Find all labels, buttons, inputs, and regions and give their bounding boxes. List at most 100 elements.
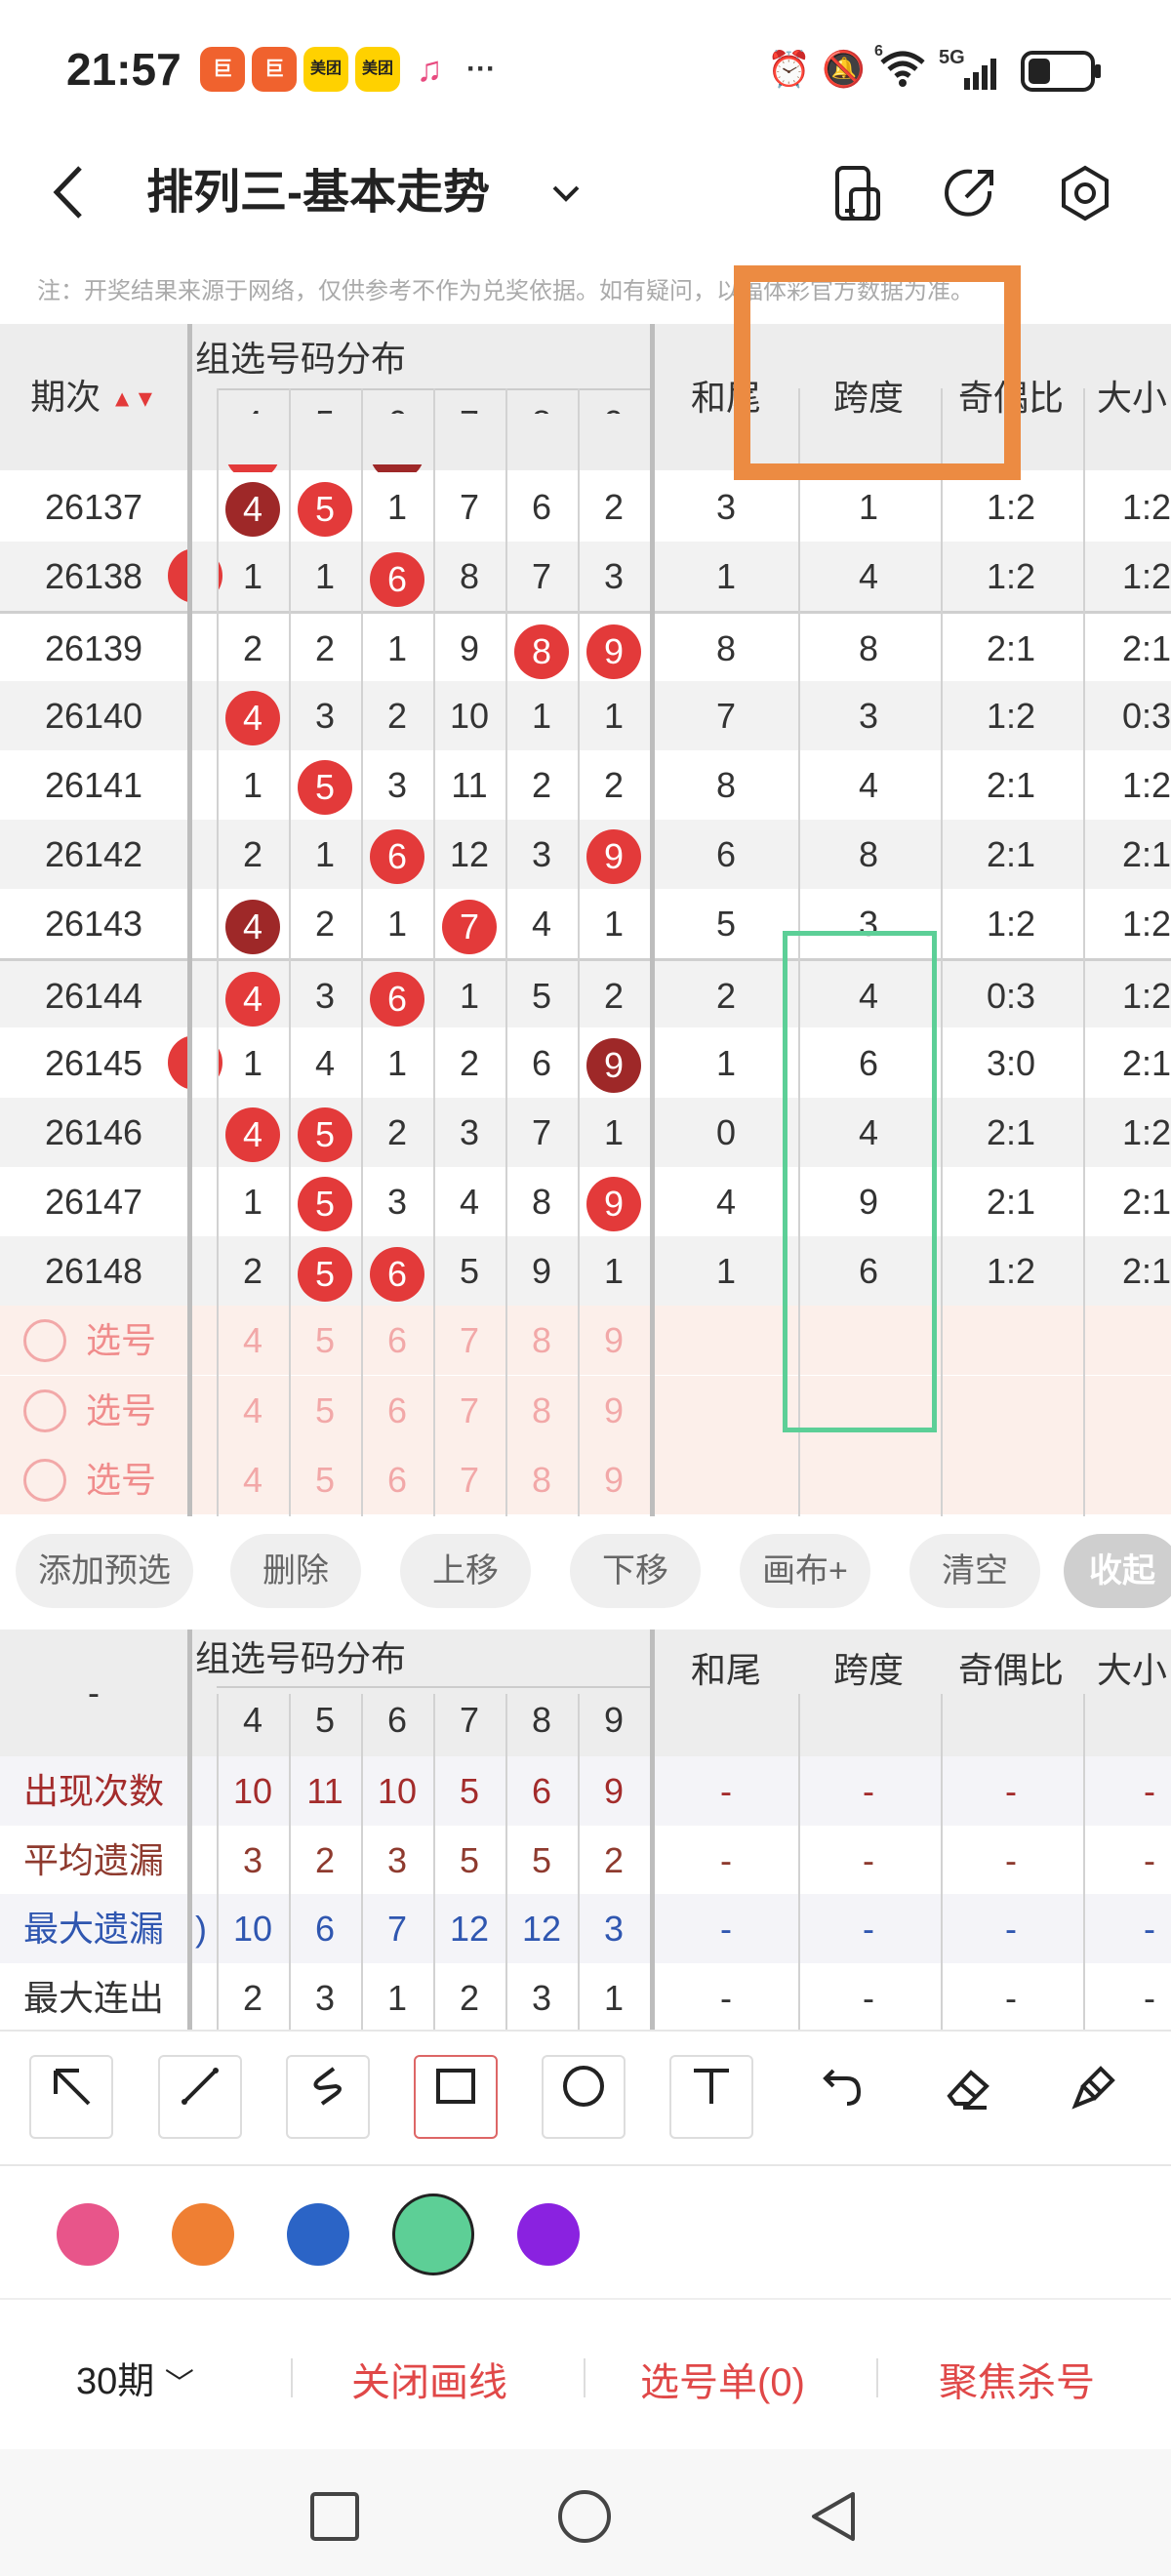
number-ball[interactable]: 5	[298, 1177, 352, 1232]
layout-toggle-icon[interactable]	[822, 156, 896, 230]
table-row[interactable]: 26145 1 4 1 2 6 9 1 6 3:0 2:1	[0, 1027, 1171, 1098]
table-row[interactable]: 26147 1 5 3 4 8 9 4 9 2:1 2:1	[0, 1167, 1171, 1236]
table-row[interactable]: 26144 4 3 6 1 5 2 2 4 0:3 1:2	[0, 958, 1171, 1028]
number-ball[interactable]: 5	[298, 1107, 352, 1163]
select-digit[interactable]: 4	[217, 1445, 289, 1514]
canvas-plus-button[interactable]: 画布+	[740, 1534, 870, 1608]
number-ball[interactable]: 6	[370, 1246, 424, 1302]
move-down-button[interactable]: 下移	[570, 1534, 701, 1608]
select-circle-icon[interactable]	[23, 1458, 66, 1502]
color-swatch[interactable]	[172, 2203, 234, 2266]
number-ball[interactable]: 4	[225, 482, 280, 538]
select-label[interactable]: 选号	[86, 1306, 156, 1375]
back-arrow-icon[interactable]	[49, 158, 88, 241]
number-ball[interactable]: 6	[370, 829, 424, 885]
select-digit[interactable]: 9	[578, 1306, 650, 1375]
daxiao-cell: 2:1	[1122, 1182, 1171, 1222]
select-digit[interactable]: 5	[289, 1376, 361, 1445]
curve-tool-icon[interactable]	[286, 2055, 370, 2139]
move-up-button[interactable]: 上移	[400, 1534, 531, 1608]
period-header[interactable]: 期次 ▲▼	[0, 363, 187, 433]
period-select[interactable]: 30期 ﹀	[76, 2351, 194, 2404]
select-digit[interactable]: 7	[433, 1306, 505, 1375]
text-tool-icon[interactable]	[669, 2055, 753, 2139]
digit-cell: 6	[361, 820, 433, 889]
close-drawing-button[interactable]: 关闭画线	[351, 2351, 507, 2407]
arrow-tool-icon[interactable]	[29, 2055, 113, 2139]
select-digit[interactable]: 9	[578, 1376, 650, 1445]
select-digit[interactable]: 7	[433, 1445, 505, 1514]
select-digit[interactable]: 7	[433, 1376, 505, 1445]
number-ball[interactable]: 5	[298, 482, 352, 538]
digit-value: 10	[449, 695, 490, 736]
number-ball[interactable]: 9	[586, 829, 641, 885]
select-digit[interactable]: 6	[361, 1376, 433, 1445]
green-annotation-rectangle[interactable]	[783, 931, 937, 1432]
orange-annotation-rectangle[interactable]	[734, 265, 1021, 480]
number-ball[interactable]: 4	[225, 899, 280, 954]
table-row[interactable]: 26137 4 5 1 7 6 2 3 1 1:2 1:2	[0, 472, 1171, 542]
title-dropdown-icon[interactable]	[546, 164, 586, 241]
select-label[interactable]: 选号	[86, 1445, 156, 1514]
table-row[interactable]: 26139 2 2 1 9 8 9 8 8 2:1 2:1	[0, 611, 1171, 681]
select-digit[interactable]: 6	[361, 1306, 433, 1375]
number-ball[interactable]: 5	[298, 1246, 352, 1302]
table-row[interactable]: 26142 2 1 6 12 3 9 6 8 2:1 2:1	[0, 820, 1171, 889]
select-digit[interactable]: 4	[217, 1376, 289, 1445]
select-digit[interactable]: 5	[289, 1306, 361, 1375]
recents-square-icon[interactable]	[308, 2490, 361, 2548]
select-digit[interactable]: 6	[361, 1445, 433, 1514]
select-row[interactable]: 选号 4 5 6 7 8 9	[0, 1444, 1171, 1514]
back-triangle-icon[interactable]	[806, 2488, 861, 2550]
eraser-icon[interactable]	[925, 2055, 1009, 2139]
color-swatch[interactable]	[57, 2203, 119, 2266]
focus-kill-button[interactable]: 聚焦杀号	[939, 2351, 1095, 2407]
number-ball[interactable]: 9	[586, 624, 641, 679]
number-ball[interactable]: 6	[370, 551, 424, 607]
table-row[interactable]: 26140 4 3 2 10 1 1 7 3 1:2 0:3	[0, 680, 1171, 750]
number-ball[interactable]: 4	[225, 971, 280, 1026]
line-tool-icon[interactable]	[158, 2055, 242, 2139]
page-title[interactable]: 排列三-基本走势	[146, 164, 490, 222]
color-swatch[interactable]	[287, 2203, 349, 2266]
select-label[interactable]: 选号	[86, 1376, 156, 1445]
select-digit[interactable]: 8	[505, 1445, 578, 1514]
number-ball[interactable]: 5	[298, 760, 352, 816]
select-digit[interactable]: 9	[578, 1445, 650, 1514]
share-icon[interactable]	[933, 156, 1007, 230]
select-circle-icon[interactable]	[23, 1319, 66, 1363]
rectangle-tool-icon[interactable]	[414, 2055, 498, 2139]
select-row[interactable]: 选号 4 5 6 7 8 9	[0, 1375, 1171, 1445]
table-row[interactable]: 26141 1 5 3 11 2 2 8 4 2:1 1:2	[0, 749, 1171, 820]
undo-icon[interactable]	[797, 2055, 881, 2139]
home-circle-icon[interactable]	[556, 2488, 613, 2550]
select-digit[interactable]: 8	[505, 1306, 578, 1375]
table-row[interactable]: 26146 4 5 2 3 7 1 0 4 2:1 1:2	[0, 1097, 1171, 1167]
select-digit[interactable]: 5	[289, 1445, 361, 1514]
circle-tool-icon[interactable]	[542, 2055, 626, 2139]
number-ball[interactable]: 4	[225, 1107, 280, 1163]
select-digit[interactable]: 8	[505, 1376, 578, 1445]
number-ball[interactable]: 8	[514, 624, 569, 679]
add-preselect-button[interactable]: 添加预选	[16, 1534, 193, 1608]
select-digit[interactable]: 4	[217, 1306, 289, 1375]
color-swatch[interactable]	[392, 2194, 474, 2275]
select-circle-icon[interactable]	[23, 1389, 66, 1432]
delete-button[interactable]: 删除	[230, 1534, 361, 1608]
select-row[interactable]: 选号 4 5 6 7 8 9	[0, 1306, 1171, 1376]
number-ball[interactable]: 9	[586, 1038, 641, 1094]
table-row[interactable]: 26148 2 5 6 5 9 1 1 6 1:2 2:1	[0, 1236, 1171, 1307]
settings-icon[interactable]	[1048, 156, 1122, 230]
selection-list-button[interactable]: 选号单(0)	[640, 2351, 805, 2407]
table-row[interactable]: 26143 4 2 1 7 4 1 5 3 1:2 1:2	[0, 889, 1171, 959]
number-ball[interactable]: 9	[586, 1177, 641, 1232]
number-ball[interactable]: 7	[442, 899, 497, 954]
number-ball[interactable]: 6	[370, 971, 424, 1026]
digit-value: 3	[314, 695, 336, 736]
collapse-button[interactable]: 收起	[1064, 1534, 1171, 1608]
color-swatch[interactable]	[517, 2203, 580, 2266]
number-ball[interactable]: 4	[225, 691, 280, 746]
table-row[interactable]: 26138 1 1 6 8 7 3 1 4 1:2 1:2	[0, 542, 1171, 612]
clear-button[interactable]: 清空	[909, 1534, 1040, 1608]
clear-brush-icon[interactable]	[1053, 2055, 1137, 2139]
